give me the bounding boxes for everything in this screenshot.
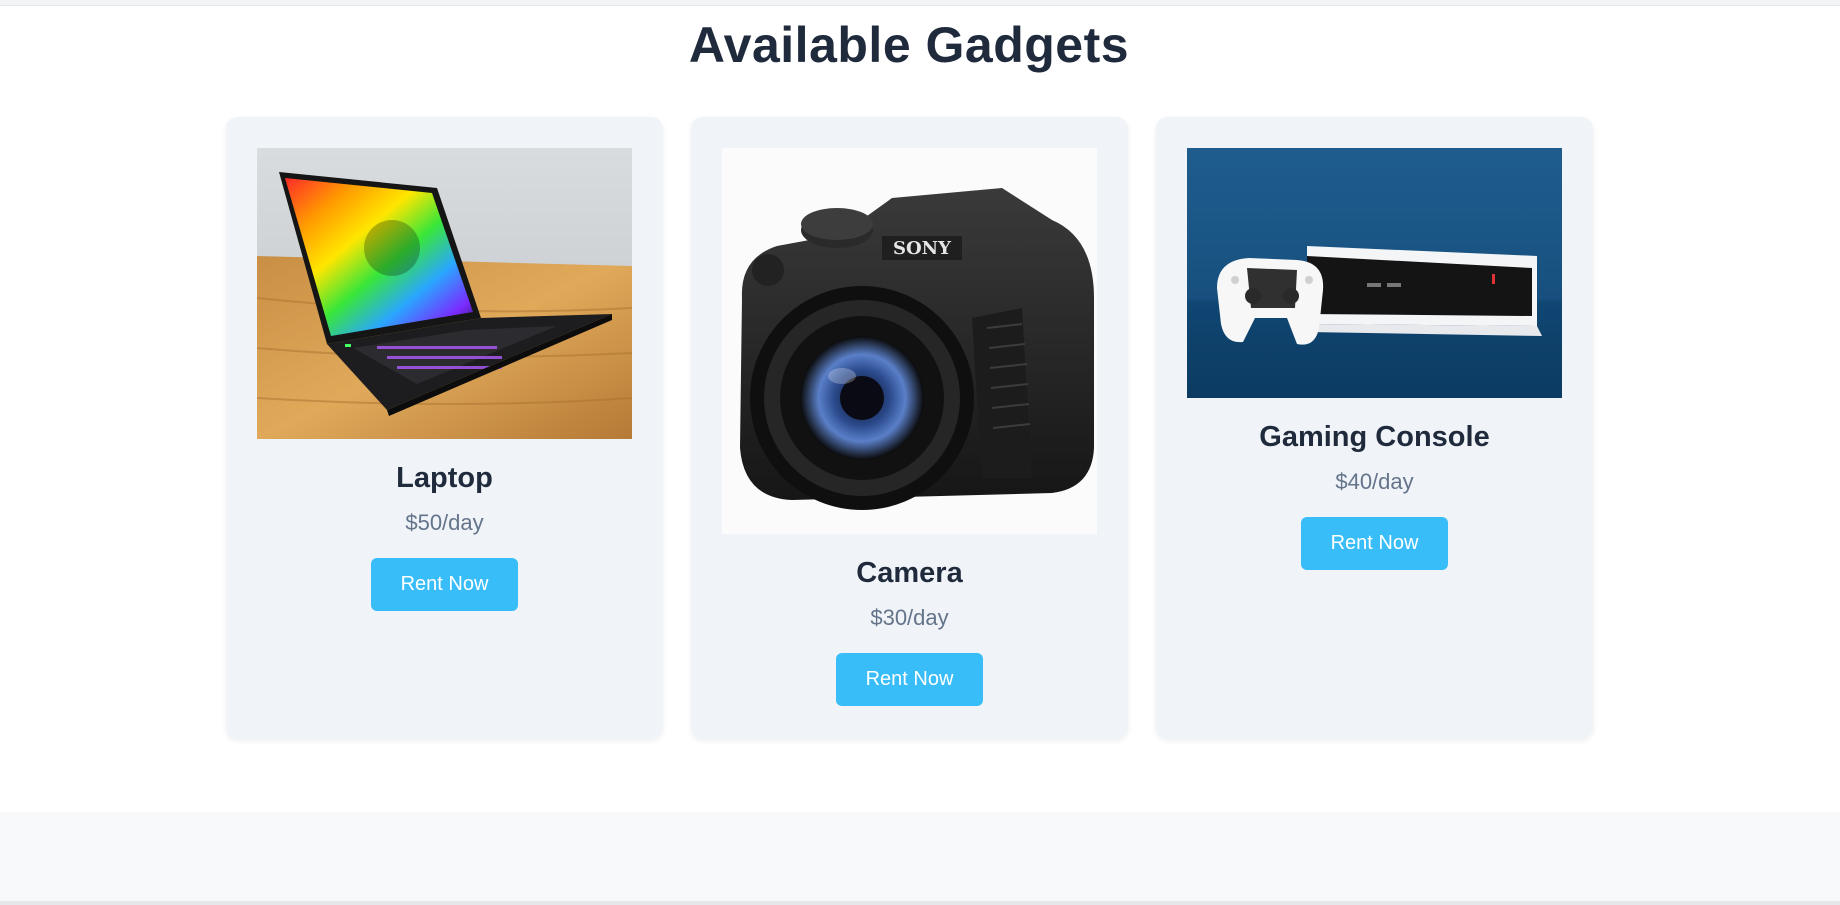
gadget-card-gaming-console: Gaming Console $40/day Rent Now <box>1156 117 1593 739</box>
gadget-name: Laptop <box>396 462 493 494</box>
gadget-card-laptop: Laptop $50/day Rent Now <box>226 117 663 739</box>
page-title: Available Gadgets <box>688 17 1130 73</box>
rent-now-button-laptop[interactable]: Rent Now <box>371 558 518 611</box>
laptop-image <box>257 148 632 439</box>
rent-now-button-camera[interactable]: Rent Now <box>836 653 983 706</box>
gadget-name: Gaming Console <box>1259 421 1490 453</box>
footer <box>0 812 1840 905</box>
gadget-grid: Laptop $50/day Rent Now SONY Camera $30/… <box>226 117 1593 739</box>
top-divider <box>0 0 1840 6</box>
gadget-price: $50/day <box>405 510 484 535</box>
footer-divider <box>0 901 1840 905</box>
gaming-console-image <box>1187 148 1562 398</box>
rent-now-button-gaming-console[interactable]: Rent Now <box>1301 517 1448 570</box>
gadget-price: $40/day <box>1335 469 1414 494</box>
svg-text:SONY: SONY <box>893 238 952 259</box>
gadget-price: $30/day <box>870 605 949 630</box>
gadget-name: Camera <box>856 557 963 589</box>
gadget-card-camera: SONY Camera $30/day Rent Now <box>691 117 1128 739</box>
camera-image: SONY <box>722 148 1097 534</box>
